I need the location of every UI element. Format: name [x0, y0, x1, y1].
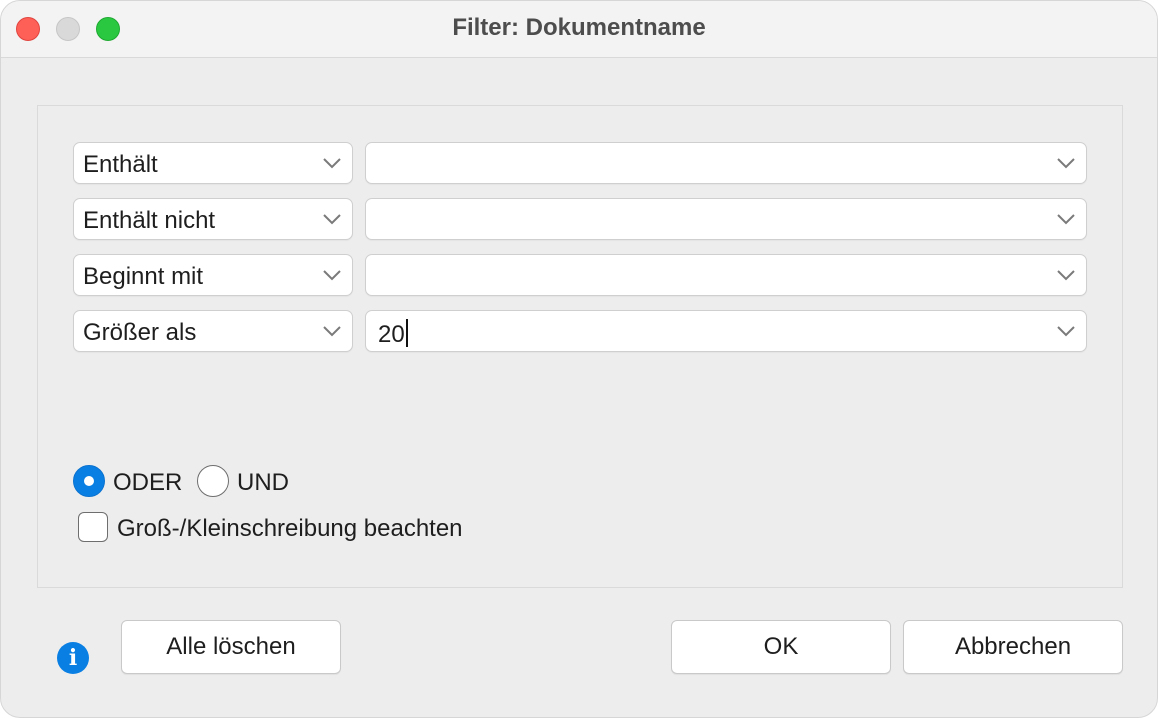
- chevron-down-icon: [323, 270, 341, 281]
- title-bar: Filter: Dokumentname: [1, 1, 1157, 58]
- operator-select-1-label: Enthält: [83, 151, 158, 178]
- value-combo-4-value: 20: [378, 321, 405, 348]
- operator-select-2-label: Enthält nicht: [83, 207, 216, 234]
- operator-select-4-label: Größer als: [83, 319, 197, 346]
- radio-oder-label[interactable]: ODER: [113, 469, 182, 497]
- operator-select-3-label: Beginnt mit: [83, 263, 204, 290]
- operator-select-4[interactable]: Größer als: [73, 310, 353, 352]
- value-combo-4[interactable]: 20: [365, 310, 1087, 352]
- radio-oder[interactable]: [73, 465, 105, 497]
- chevron-down-icon: [323, 326, 341, 337]
- chevron-down-icon: [323, 158, 341, 169]
- radio-und[interactable]: [197, 465, 229, 497]
- filter-dialog: Filter: Dokumentname Enthält Enthält nic…: [0, 0, 1158, 718]
- operator-select-2[interactable]: Enthält nicht: [73, 198, 353, 240]
- case-sensitive-checkbox[interactable]: [78, 512, 108, 542]
- case-sensitive-label[interactable]: Groß-/Kleinschreibung beachten: [117, 515, 463, 543]
- cancel-button[interactable]: Abbrechen: [903, 620, 1123, 674]
- value-combo-3[interactable]: [365, 254, 1087, 296]
- radio-und-label[interactable]: UND: [237, 469, 289, 497]
- chevron-down-icon: [323, 214, 341, 225]
- chevron-down-icon[interactable]: [1055, 154, 1077, 172]
- chevron-down-icon[interactable]: [1055, 210, 1077, 228]
- clear-all-button[interactable]: Alle löschen: [121, 620, 341, 674]
- operator-select-3[interactable]: Beginnt mit: [73, 254, 353, 296]
- chevron-down-icon[interactable]: [1055, 322, 1077, 340]
- info-icon[interactable]: i: [57, 642, 89, 674]
- window-title: Filter: Dokumentname: [452, 14, 706, 41]
- value-combo-2[interactable]: [365, 198, 1087, 240]
- chevron-down-icon[interactable]: [1055, 266, 1077, 284]
- operator-select-1[interactable]: Enthält: [73, 142, 353, 184]
- value-combo-1[interactable]: [365, 142, 1087, 184]
- value-combo-4-text[interactable]: 20: [378, 319, 408, 349]
- ok-button[interactable]: OK: [671, 620, 891, 674]
- text-cursor: [405, 319, 408, 347]
